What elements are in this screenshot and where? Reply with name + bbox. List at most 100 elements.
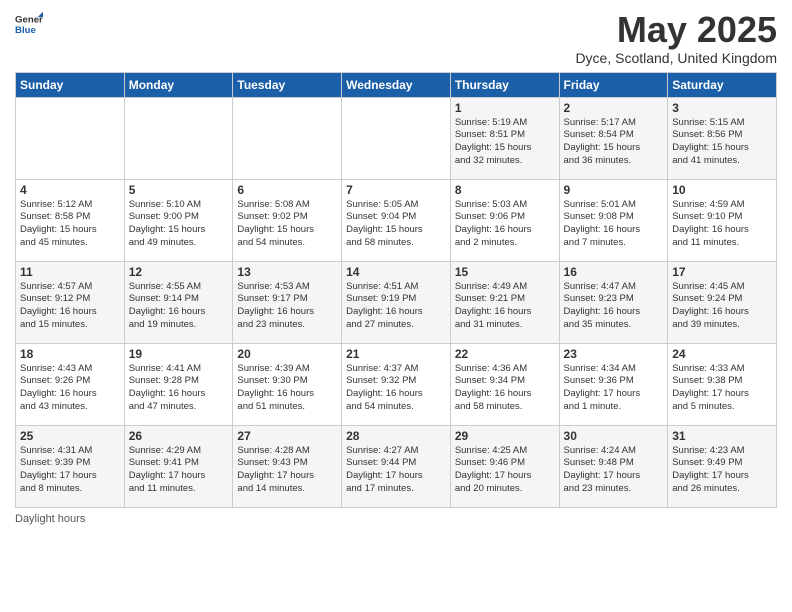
day-number: 12 xyxy=(129,265,229,279)
day-number: 5 xyxy=(129,183,229,197)
cell-content: Sunrise: 4:51 AM Sunset: 9:19 PM Dayligh… xyxy=(346,281,446,332)
calendar-cell: 27 Sunrise: 4:28 AM Sunset: 9:43 PM Dayli… xyxy=(233,425,342,507)
day-number: 25 xyxy=(20,429,120,443)
calendar-cell: 28Sunrise: 4:27 AM Sunset: 9:44 PM Dayli… xyxy=(342,425,451,507)
day-number: 16 xyxy=(564,265,664,279)
cell-content: Sunrise: 4:36 AM Sunset: 9:34 PM Dayligh… xyxy=(455,363,555,414)
calendar-cell: 5 Sunrise: 5:10 AM Sunset: 9:00 PM Daylig… xyxy=(124,179,233,261)
page-container: General Blue May 2025 Dyce, Scotland, Un… xyxy=(0,0,792,535)
col-header-saturday: Saturday xyxy=(668,72,777,97)
cell-content: Sunrise: 4:31 AM Sunset: 9:39 PM Dayligh… xyxy=(20,445,120,496)
day-number: 21 xyxy=(346,347,446,361)
cell-content: Sunrise: 4:37 AM Sunset: 9:32 PM Dayligh… xyxy=(346,363,446,414)
calendar-cell: 29Sunrise: 4:25 AM Sunset: 9:46 PM Dayli… xyxy=(450,425,559,507)
calendar-cell: 26 Sunrise: 4:29 AM Sunset: 9:41 PM Dayli… xyxy=(124,425,233,507)
day-number: 29 xyxy=(455,429,555,443)
svg-text:Blue: Blue xyxy=(15,25,36,36)
calendar-cell xyxy=(342,97,451,179)
day-number: 31 xyxy=(672,429,772,443)
col-header-thursday: Thursday xyxy=(450,72,559,97)
day-number: 22 xyxy=(455,347,555,361)
cell-content: Sunrise: 4:57 AM Sunset: 9:12 PM Dayligh… xyxy=(20,281,120,332)
col-header-friday: Friday xyxy=(559,72,668,97)
col-header-monday: Monday xyxy=(124,72,233,97)
footer-label: Daylight hours xyxy=(15,513,777,525)
calendar-cell: 2 Sunrise: 5:17 AM Sunset: 8:54 PM Daylig… xyxy=(559,97,668,179)
svg-text:General: General xyxy=(15,14,43,25)
cell-content: Sunrise: 4:41 AM Sunset: 9:28 PM Dayligh… xyxy=(129,363,229,414)
month-title: May 2025 xyxy=(575,10,777,50)
cell-content: Sunrise: 5:15 AM Sunset: 8:56 PM Dayligh… xyxy=(672,117,772,168)
cell-content: Sunrise: 4:24 AM Sunset: 9:48 PM Dayligh… xyxy=(564,445,664,496)
day-number: 11 xyxy=(20,265,120,279)
header-row: SundayMondayTuesdayWednesdayThursdayFrid… xyxy=(16,72,777,97)
cell-content: Sunrise: 5:05 AM Sunset: 9:04 PM Dayligh… xyxy=(346,199,446,250)
day-number: 24 xyxy=(672,347,772,361)
calendar-cell xyxy=(233,97,342,179)
day-number: 23 xyxy=(564,347,664,361)
calendar-table: SundayMondayTuesdayWednesdayThursdayFrid… xyxy=(15,72,777,508)
cell-content: Sunrise: 4:28 AM Sunset: 9:43 PM Dayligh… xyxy=(237,445,337,496)
calendar-cell: 13 Sunrise: 4:53 AM Sunset: 9:17 PM Dayli… xyxy=(233,261,342,343)
logo: General Blue xyxy=(15,10,43,38)
cell-content: Sunrise: 4:33 AM Sunset: 9:38 PM Dayligh… xyxy=(672,363,772,414)
day-number: 2 xyxy=(564,101,664,115)
cell-content: Sunrise: 4:45 AM Sunset: 9:24 PM Dayligh… xyxy=(672,281,772,332)
cell-content: Sunrise: 5:10 AM Sunset: 9:00 PM Dayligh… xyxy=(129,199,229,250)
calendar-cell: 9 Sunrise: 5:01 AM Sunset: 9:08 PM Daylig… xyxy=(559,179,668,261)
calendar-cell xyxy=(124,97,233,179)
header: General Blue May 2025 Dyce, Scotland, Un… xyxy=(15,10,777,66)
calendar-cell: 15Sunrise: 4:49 AM Sunset: 9:21 PM Dayli… xyxy=(450,261,559,343)
title-block: May 2025 Dyce, Scotland, United Kingdom xyxy=(575,10,777,66)
col-header-tuesday: Tuesday xyxy=(233,72,342,97)
calendar-cell: 31Sunrise: 4:23 AM Sunset: 9:49 PM Dayli… xyxy=(668,425,777,507)
calendar-cell: 24 Sunrise: 4:33 AM Sunset: 9:38 PM Dayli… xyxy=(668,343,777,425)
calendar-cell: 8 Sunrise: 5:03 AM Sunset: 9:06 PM Daylig… xyxy=(450,179,559,261)
cell-content: Sunrise: 4:43 AM Sunset: 9:26 PM Dayligh… xyxy=(20,363,120,414)
cell-content: Sunrise: 4:34 AM Sunset: 9:36 PM Dayligh… xyxy=(564,363,664,414)
cell-content: Sunrise: 4:29 AM Sunset: 9:41 PM Dayligh… xyxy=(129,445,229,496)
day-number: 13 xyxy=(237,265,337,279)
calendar-cell: 17Sunrise: 4:45 AM Sunset: 9:24 PM Dayli… xyxy=(668,261,777,343)
logo-icon: General Blue xyxy=(15,10,43,38)
day-number: 9 xyxy=(564,183,664,197)
col-header-wednesday: Wednesday xyxy=(342,72,451,97)
calendar-cell: 7 Sunrise: 5:05 AM Sunset: 9:04 PM Daylig… xyxy=(342,179,451,261)
calendar-cell: 20Sunrise: 4:39 AM Sunset: 9:30 PM Dayli… xyxy=(233,343,342,425)
calendar-cell: 18 Sunrise: 4:43 AM Sunset: 9:26 PM Dayli… xyxy=(16,343,125,425)
cell-content: Sunrise: 5:19 AM Sunset: 8:51 PM Dayligh… xyxy=(455,117,555,168)
cell-content: Sunrise: 5:01 AM Sunset: 9:08 PM Dayligh… xyxy=(564,199,664,250)
location-title: Dyce, Scotland, United Kingdom xyxy=(575,50,777,66)
col-header-sunday: Sunday xyxy=(16,72,125,97)
day-number: 6 xyxy=(237,183,337,197)
day-number: 7 xyxy=(346,183,446,197)
calendar-cell: 16Sunrise: 4:47 AM Sunset: 9:23 PM Dayli… xyxy=(559,261,668,343)
day-number: 14 xyxy=(346,265,446,279)
cell-content: Sunrise: 5:08 AM Sunset: 9:02 PM Dayligh… xyxy=(237,199,337,250)
calendar-cell: 19 Sunrise: 4:41 AM Sunset: 9:28 PM Dayli… xyxy=(124,343,233,425)
day-number: 26 xyxy=(129,429,229,443)
cell-content: Sunrise: 4:59 AM Sunset: 9:10 PM Dayligh… xyxy=(672,199,772,250)
day-number: 3 xyxy=(672,101,772,115)
cell-content: Sunrise: 5:03 AM Sunset: 9:06 PM Dayligh… xyxy=(455,199,555,250)
day-number: 19 xyxy=(129,347,229,361)
calendar-cell: 12Sunrise: 4:55 AM Sunset: 9:14 PM Dayli… xyxy=(124,261,233,343)
calendar-cell: 10 Sunrise: 4:59 AM Sunset: 9:10 PM Dayli… xyxy=(668,179,777,261)
day-number: 27 xyxy=(237,429,337,443)
day-number: 1 xyxy=(455,101,555,115)
week-row-4: 25 Sunrise: 4:31 AM Sunset: 9:39 PM Dayli… xyxy=(16,425,777,507)
day-number: 10 xyxy=(672,183,772,197)
week-row-0: 1 Sunrise: 5:19 AM Sunset: 8:51 PM Daylig… xyxy=(16,97,777,179)
cell-content: Sunrise: 4:53 AM Sunset: 9:17 PM Dayligh… xyxy=(237,281,337,332)
day-number: 8 xyxy=(455,183,555,197)
day-number: 15 xyxy=(455,265,555,279)
calendar-cell: 4Sunrise: 5:12 AM Sunset: 8:58 PM Daylig… xyxy=(16,179,125,261)
cell-content: Sunrise: 5:17 AM Sunset: 8:54 PM Dayligh… xyxy=(564,117,664,168)
day-number: 30 xyxy=(564,429,664,443)
day-number: 4 xyxy=(20,183,120,197)
calendar-cell: 11 Sunrise: 4:57 AM Sunset: 9:12 PM Dayli… xyxy=(16,261,125,343)
calendar-cell: 23 Sunrise: 4:34 AM Sunset: 9:36 PM Dayli… xyxy=(559,343,668,425)
day-number: 28 xyxy=(346,429,446,443)
day-number: 18 xyxy=(20,347,120,361)
calendar-cell: 21 Sunrise: 4:37 AM Sunset: 9:32 PM Dayli… xyxy=(342,343,451,425)
